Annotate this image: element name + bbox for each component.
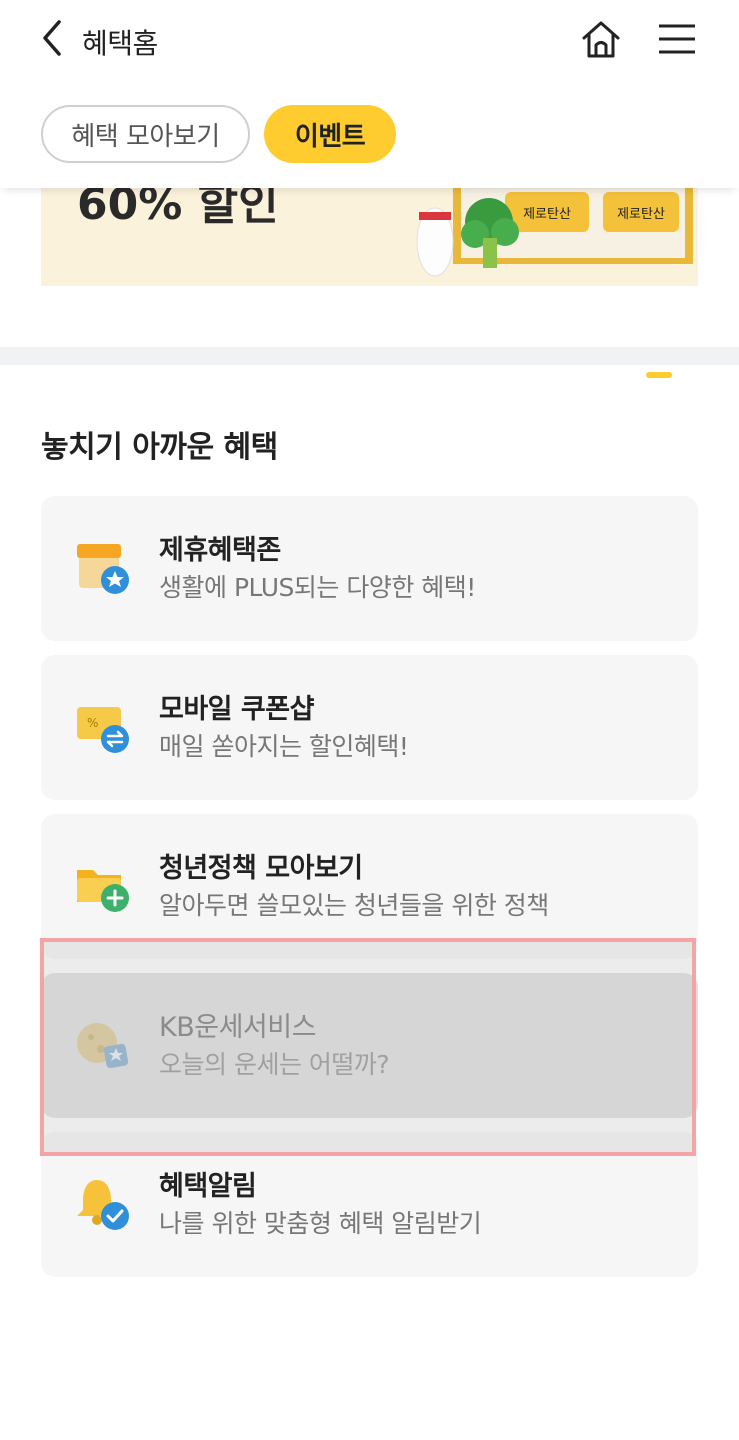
card-description: 매일 쏟아지는 할인혜택! (159, 732, 409, 761)
card-description: 알아두면 쓸모있는 청년들을 위한 정책 (159, 891, 549, 920)
banner-illustration: 제로탄산 제로탄산 (416, 172, 693, 277)
benefit-card-kb-fortune[interactable]: KB운세서비스 오늘의 운세는 어떨까? (41, 973, 698, 1118)
benefit-card-coupon-shop[interactable]: % 모바일 쿠폰샵 매일 쏟아지는 할인혜택! (41, 655, 698, 800)
card-title: 혜택알림 (159, 1171, 257, 1202)
card-title: 모바일 쿠폰샵 (159, 694, 314, 725)
svg-text:제로탄산: 제로탄산 (523, 207, 571, 222)
card-title: 제휴혜택존 (159, 535, 281, 566)
page-title: 혜택홈 (82, 27, 158, 60)
home-icon (582, 21, 620, 58)
card-description: 오늘의 운세는 어떨까? (159, 1050, 390, 1079)
coupon-exchange-icon: % (77, 707, 129, 753)
carousel-indicator (646, 372, 672, 378)
store-star-icon (77, 544, 129, 594)
hamburger-menu-icon (659, 24, 695, 54)
card-description: 생활에 PLUS되는 다양한 혜택! (159, 573, 476, 602)
svg-text:제로탄산: 제로탄산 (617, 207, 665, 222)
tab-event[interactable]: 이벤트 (264, 105, 396, 163)
menu-button[interactable] (652, 14, 702, 64)
tab-benefits-collection[interactable]: 혜택 모아보기 (41, 105, 250, 163)
moon-star-icon (77, 1023, 129, 1069)
benefit-card-notification[interactable]: 혜택알림 나를 위한 맞춤형 혜택 알림받기 (41, 1132, 698, 1277)
section-divider (0, 347, 739, 365)
tab-bar: 혜택 모아보기 이벤트 (0, 78, 739, 188)
bell-check-icon (77, 1180, 129, 1230)
svg-text:%: % (87, 716, 98, 730)
section-title: 놓치기 아까운 혜택 (41, 430, 278, 465)
card-title: 청년정책 모아보기 (159, 853, 363, 884)
back-button[interactable] (30, 16, 74, 60)
benefit-card-partner-zone[interactable]: 제휴혜택존 생활에 PLUS되는 다양한 혜택! (41, 496, 698, 641)
chevron-left-icon (43, 20, 61, 56)
card-description: 나를 위한 맞춤형 혜택 알림받기 (159, 1209, 482, 1238)
card-title: KB운세서비스 (159, 1012, 316, 1043)
folder-plus-icon (77, 870, 129, 912)
app-header: 혜택홈 (0, 0, 739, 78)
home-button[interactable] (576, 14, 626, 64)
benefit-card-youth-policy[interactable]: 청년정책 모아보기 알아두면 쓸모있는 청년들을 위한 정책 (41, 814, 698, 959)
